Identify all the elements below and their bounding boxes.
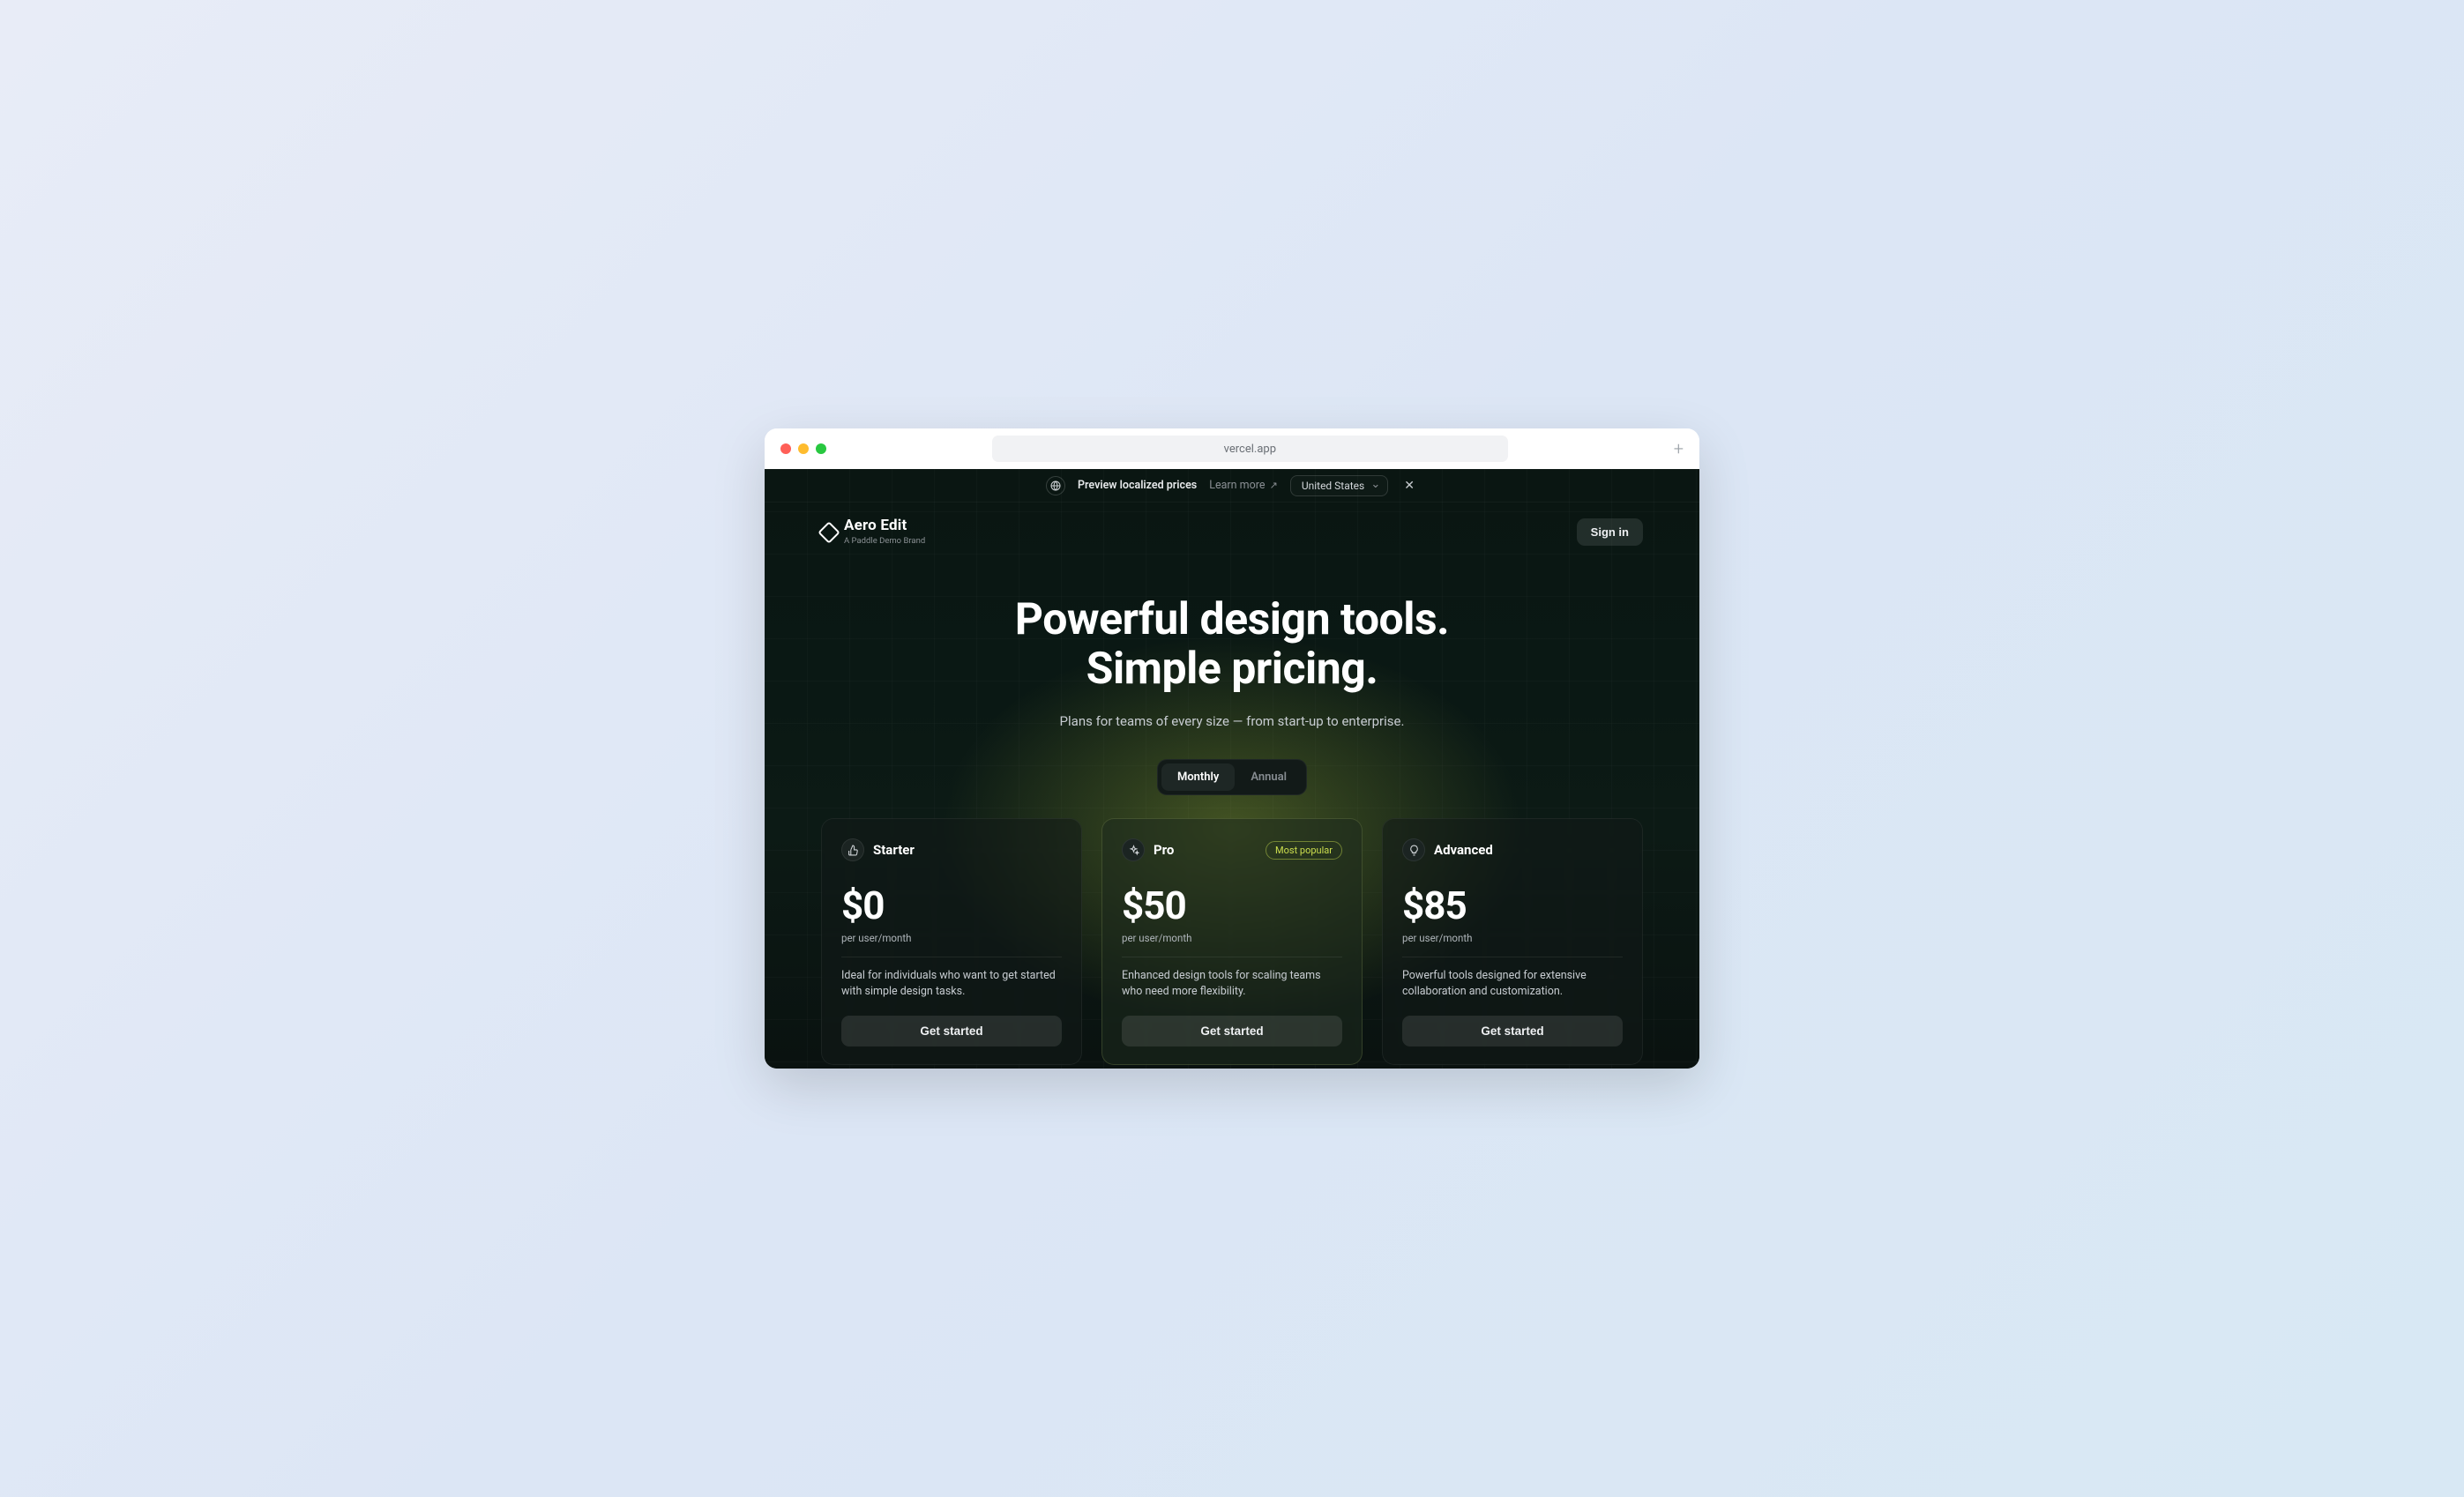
most-popular-badge: Most popular xyxy=(1266,841,1342,860)
address-bar-text: vercel.app xyxy=(1224,443,1276,456)
hero-heading: Powerful design tools. Simple pricing. xyxy=(800,595,1664,694)
external-arrow-icon: ↗ xyxy=(1270,480,1278,491)
sparkle-icon xyxy=(1122,838,1145,861)
plan-header: Advanced xyxy=(1402,838,1623,861)
plan-title: Advanced xyxy=(1434,842,1493,858)
plan-unit: per user/month xyxy=(1402,932,1623,944)
plan-starter: Starter $0 per user/month Ideal for indi… xyxy=(821,818,1082,1065)
window-close-icon[interactable] xyxy=(780,443,791,454)
globe-icon xyxy=(1046,476,1065,495)
brand-text: Aero Edit A Paddle Demo Brand xyxy=(844,518,925,546)
brand-logo-icon xyxy=(818,521,840,543)
toggle-monthly[interactable]: Monthly xyxy=(1161,763,1235,791)
brand-name: Aero Edit xyxy=(844,518,925,533)
brand[interactable]: Aero Edit A Paddle Demo Brand xyxy=(821,518,925,546)
get-started-button[interactable]: Get started xyxy=(1122,1016,1342,1046)
plan-unit: per user/month xyxy=(1122,932,1342,944)
hero-heading-line1: Powerful design tools. xyxy=(1015,594,1449,645)
brand-subtitle: A Paddle Demo Brand xyxy=(844,537,925,546)
get-started-button[interactable]: Get started xyxy=(841,1016,1062,1046)
hero-subtitle: Plans for teams of every size — from sta… xyxy=(800,713,1664,729)
get-started-button[interactable]: Get started xyxy=(1402,1016,1623,1046)
country-select-value: United States xyxy=(1302,480,1364,492)
address-bar[interactable]: vercel.app xyxy=(992,436,1508,462)
banner-message: Preview localized prices xyxy=(1078,479,1197,492)
browser-window: vercel.app + Preview localized prices Le… xyxy=(765,428,1699,1069)
learn-more-link[interactable]: Learn more ↗ xyxy=(1209,479,1278,492)
new-tab-icon[interactable]: + xyxy=(1674,438,1684,459)
banner-close-icon[interactable]: ✕ xyxy=(1400,479,1418,493)
localization-banner: Preview localized prices Learn more ↗ Un… xyxy=(765,469,1699,503)
sign-in-button[interactable]: Sign in xyxy=(1577,518,1643,546)
plan-header: Pro Most popular xyxy=(1122,838,1342,861)
plan-price: $50 xyxy=(1122,883,1342,928)
billing-toggle: Monthly Annual xyxy=(1157,759,1307,795)
lightbulb-icon xyxy=(1402,838,1425,861)
plan-price: $0 xyxy=(841,883,1062,928)
hero-heading-line2: Simple pricing. xyxy=(1086,644,1378,695)
plan-advanced: Advanced $85 per user/month Powerful too… xyxy=(1382,818,1643,1065)
page-content: Preview localized prices Learn more ↗ Un… xyxy=(765,469,1699,1069)
plan-description: Enhanced design tools for scaling teams … xyxy=(1122,968,1342,1000)
browser-chrome-bar: vercel.app + xyxy=(765,428,1699,469)
plan-title: Pro xyxy=(1154,842,1174,858)
plan-pro: Pro Most popular $50 per user/month Enha… xyxy=(1101,818,1363,1065)
hero: Powerful design tools. Simple pricing. P… xyxy=(765,546,1699,795)
plan-unit: per user/month xyxy=(841,932,1062,944)
site-header: Aero Edit A Paddle Demo Brand Sign in xyxy=(765,503,1699,546)
plan-price: $85 xyxy=(1402,883,1623,928)
window-minimize-icon[interactable] xyxy=(798,443,809,454)
plan-description: Ideal for individuals who want to get st… xyxy=(841,968,1062,1000)
window-maximize-icon[interactable] xyxy=(816,443,826,454)
toggle-annual[interactable]: Annual xyxy=(1235,763,1303,791)
country-select[interactable]: United States xyxy=(1290,475,1388,496)
plan-title: Starter xyxy=(873,842,915,858)
pricing-plans: Starter $0 per user/month Ideal for indi… xyxy=(765,795,1699,1065)
thumbs-up-icon xyxy=(841,838,864,861)
learn-more-text: Learn more xyxy=(1209,479,1265,492)
plan-header: Starter xyxy=(841,838,1062,861)
window-controls xyxy=(780,443,826,454)
plan-description: Powerful tools designed for extensive co… xyxy=(1402,968,1623,1000)
